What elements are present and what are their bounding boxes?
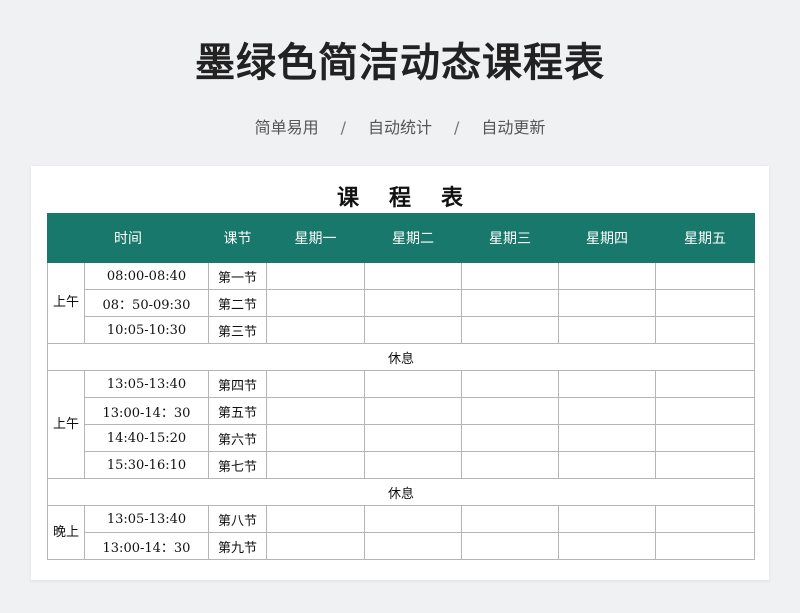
table-row: 晚上 13:05-13:40 第八节 — [47, 505, 755, 560]
header-row: 时间 课节 星期一 星期二 星期三 星期四 星期五 — [47, 213, 755, 263]
course-cell[interactable] — [266, 451, 365, 479]
course-cell[interactable] — [655, 505, 755, 533]
course-cell[interactable] — [266, 424, 365, 452]
header-day: 星期四 — [558, 213, 656, 263]
sheet-title: 课程表 — [336, 186, 493, 211]
course-cell[interactable] — [461, 505, 559, 533]
header-day: 星期五 — [655, 213, 755, 263]
time-cell: 13:05-13:40 — [84, 370, 209, 398]
header-day: 星期三 — [461, 213, 559, 263]
course-cell[interactable] — [558, 289, 656, 317]
time-cell: 10:05-10:30 — [84, 316, 209, 344]
course-cell[interactable] — [655, 424, 755, 452]
lesson-cell: 第二节 — [208, 289, 267, 317]
course-cell[interactable] — [655, 289, 755, 317]
course-cell[interactable] — [558, 397, 656, 425]
course-cell[interactable] — [655, 532, 755, 560]
course-cell[interactable] — [461, 451, 559, 479]
course-cell[interactable] — [364, 424, 462, 452]
lesson-cell: 第六节 — [208, 424, 267, 452]
time-cell: 15:30-16:10 — [84, 451, 209, 479]
course-cell[interactable] — [558, 451, 656, 479]
time-cell: 14:40-15:20 — [84, 424, 209, 452]
period-label: 上午 — [47, 262, 85, 344]
break-row: 休息 — [47, 478, 755, 506]
table-row: 14:40-15:20 第六节 — [48, 424, 755, 452]
header-day: 星期一 — [266, 213, 365, 263]
course-cell[interactable] — [558, 262, 656, 290]
course-cell[interactable] — [461, 532, 559, 560]
lesson-cell: 第四节 — [208, 370, 267, 398]
lesson-cell: 第七节 — [208, 451, 267, 479]
course-cell[interactable] — [364, 397, 462, 425]
course-cell[interactable] — [364, 451, 462, 479]
time-cell: 08:00-08:40 — [84, 262, 209, 290]
table-row: 上午 13:05-13:40 第四节 — [47, 370, 755, 479]
lesson-cell: 第三节 — [208, 316, 267, 344]
lesson-cell: 第九节 — [208, 532, 267, 560]
course-cell[interactable] — [364, 505, 462, 533]
time-cell: 13:00-14：30 — [84, 397, 209, 425]
course-cell[interactable] — [655, 397, 755, 425]
tag-separator: / — [340, 118, 346, 137]
course-cell[interactable] — [266, 505, 365, 533]
schedule-table: 时间 课节 星期一 星期二 星期三 星期四 星期五 上午 08:00-08:40… — [47, 213, 755, 560]
period-label: 上午 — [47, 370, 85, 479]
break-label: 休息 — [47, 478, 755, 506]
course-cell[interactable] — [655, 262, 755, 290]
course-cell[interactable] — [461, 316, 559, 344]
course-cell[interactable] — [266, 262, 365, 290]
header-day: 星期二 — [364, 213, 462, 263]
course-cell[interactable] — [266, 397, 365, 425]
lesson-cell: 第一节 — [208, 262, 267, 290]
course-cell[interactable] — [558, 370, 656, 398]
feature-tag: 自动更新 — [481, 118, 546, 137]
table-row: 10:05-10:30 第三节 — [48, 316, 755, 344]
feature-tag: 自动统计 — [367, 118, 432, 137]
lesson-cell: 第八节 — [208, 505, 267, 533]
table-row: 13:00-14：30 第五节 — [48, 397, 755, 425]
time-cell: 13:05-13:40 — [84, 505, 209, 533]
course-cell[interactable] — [558, 505, 656, 533]
time-cell: 13:00-14：30 — [84, 532, 209, 560]
course-cell[interactable] — [461, 289, 559, 317]
feature-tag: 简单易用 — [254, 118, 319, 137]
course-cell[interactable] — [266, 289, 365, 317]
course-cell[interactable] — [364, 289, 462, 317]
course-cell[interactable] — [558, 424, 656, 452]
header-lesson: 课节 — [208, 213, 267, 263]
course-cell[interactable] — [461, 397, 559, 425]
time-cell: 08：50-09:30 — [84, 289, 209, 317]
course-cell[interactable] — [364, 262, 462, 290]
course-cell[interactable] — [461, 262, 559, 290]
course-cell[interactable] — [558, 532, 656, 560]
course-cell[interactable] — [655, 370, 755, 398]
course-cell[interactable] — [364, 316, 462, 344]
table-row: 15:30-16:10 第七节 — [48, 451, 755, 479]
break-row: 休息 — [47, 343, 755, 371]
header-time: 时间 — [47, 213, 209, 263]
table-row: 08：50-09:30 第二节 — [48, 289, 755, 317]
course-cell[interactable] — [364, 370, 462, 398]
tag-separator: / — [454, 118, 460, 137]
table-row: 上午 08:00-08:40 第一节 — [47, 262, 755, 344]
course-cell[interactable] — [266, 370, 365, 398]
course-cell[interactable] — [461, 424, 559, 452]
course-cell[interactable] — [558, 316, 656, 344]
page-title: 墨绿色简洁动态课程表 — [195, 40, 605, 86]
period-label: 晚上 — [47, 505, 85, 560]
course-cell[interactable] — [655, 451, 755, 479]
table-row: 13:00-14：30 第九节 — [48, 532, 755, 560]
lesson-cell: 第五节 — [208, 397, 267, 425]
course-cell[interactable] — [266, 532, 365, 560]
course-cell[interactable] — [266, 316, 365, 344]
course-cell[interactable] — [461, 370, 559, 398]
course-cell[interactable] — [655, 316, 755, 344]
course-cell[interactable] — [364, 532, 462, 560]
feature-tags: 简单易用 / 自动统计 / 自动更新 — [0, 114, 800, 138]
break-label: 休息 — [47, 343, 755, 371]
